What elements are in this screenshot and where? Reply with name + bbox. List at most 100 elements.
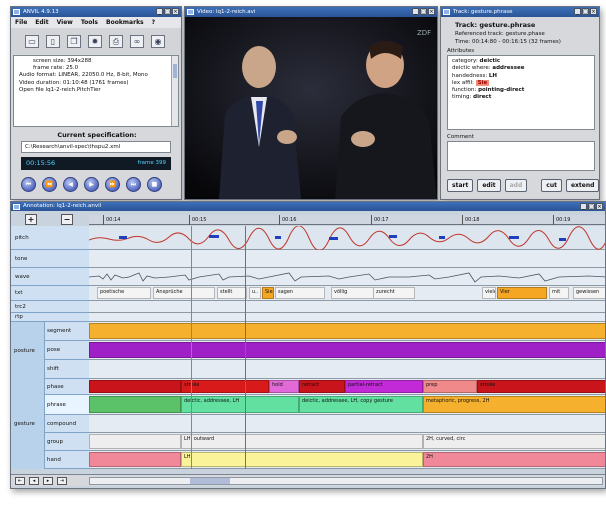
word-segment[interactable]: gewissen [573,287,605,299]
minimize-icon[interactable]: _ [156,8,163,15]
word-segment[interactable]: mit [549,287,569,299]
word-segment[interactable]: zurecht [373,287,415,299]
selection-marker[interactable] [191,226,192,469]
binoculars-icon[interactable]: ∞ [130,34,144,48]
lane-pose[interactable] [89,341,605,360]
phase-segment[interactable]: stroke [181,380,269,393]
spec-path-field[interactable]: C:\Research\anvil-spec\thspu2.xml [21,141,171,153]
menu-edit[interactable]: Edit [35,17,48,28]
close-icon[interactable]: × [596,203,603,210]
print-icon[interactable]: ⎙ [109,34,123,48]
close-icon[interactable]: × [172,8,179,15]
play-button[interactable]: ▶ [84,177,99,192]
phase-segment[interactable]: prep [423,380,477,393]
word-segment[interactable]: Vier [497,287,547,299]
scroll-thumb[interactable] [190,478,230,484]
step-back-button[interactable]: ◀ [63,177,78,192]
lane-compound[interactable] [89,415,605,433]
time-ruler[interactable]: 00:14 00:15 00:16 00:17 00:18 00:19 [89,215,605,225]
nav-prev-icon[interactable]: ◂ [29,477,39,485]
group-segment[interactable] [89,434,181,449]
lane-tone[interactable] [89,250,605,268]
copy-icon[interactable]: ❐ [67,34,81,48]
word-segment[interactable]: Ansprüche [153,287,215,299]
info-scrollbar[interactable] [171,56,178,126]
lane-phrase[interactable]: deictic, addressee, LH deictic, addresse… [89,395,605,415]
word-segment[interactable]: viele [482,287,496,299]
main-window-titlebar[interactable]: ANVIL 4.9.13 _ □ × [11,7,181,17]
minimize-icon[interactable]: _ [574,8,581,15]
hand-segment[interactable] [89,452,181,467]
tier-label-trc2[interactable]: trc2 [11,301,89,313]
attribute-row[interactable]: lex affil: Sie [452,79,590,87]
hand-segment[interactable]: LH [181,452,423,467]
attribute-row[interactable]: deictic where: addressee [452,65,590,72]
tier-label-txt[interactable]: txt [11,286,89,301]
playhead[interactable] [245,226,246,469]
doc-icon[interactable]: ▯ [46,34,60,48]
word-segment[interactable]: Sie [262,287,274,299]
stop-button[interactable]: ■ [147,177,162,192]
phase-segment[interactable]: partial-retract [345,380,423,393]
lane-rtp[interactable] [89,313,605,322]
nav-last-icon[interactable]: ⇥ [57,477,67,485]
close-icon[interactable]: × [590,8,597,15]
horizontal-scrollbar[interactable] [89,477,603,485]
phase-segment[interactable] [89,380,181,393]
word-segment[interactable]: poetische [97,287,151,299]
menu-bookmarks[interactable]: Bookmarks [106,17,144,28]
maximize-icon[interactable]: □ [588,203,595,210]
rewind-button[interactable]: ⏪ [42,177,57,192]
phrase-segment[interactable]: deictic, addressee, LH [181,396,299,413]
comment-field[interactable] [447,141,595,171]
word-segment[interactable]: sagen [275,287,325,299]
start-button[interactable]: start [447,179,474,192]
phrase-segment[interactable] [89,396,181,413]
annotation-window-titlebar[interactable]: Annotation: lq1-2-reich.anvil _ □ × [11,202,605,211]
skip-start-button[interactable]: ⏮ [21,177,36,192]
lane-wave[interactable] [88,268,605,286]
skip-end-button[interactable]: ⏭ [126,177,141,192]
video-frame[interactable]: ZDF [185,17,437,199]
minimize-icon[interactable]: _ [580,203,587,210]
lane-trc2[interactable] [89,301,605,313]
lane-shift[interactable] [89,360,605,379]
word-segment[interactable]: u.. [249,287,261,299]
lane-hand[interactable]: LH 2H [89,451,605,469]
lane-phase[interactable]: stroke hold retract partial-retract prep… [89,379,605,395]
segment-bar[interactable] [89,323,605,339]
lane-segment[interactable] [89,322,605,341]
pose-bar[interactable] [89,342,605,358]
gear-icon[interactable]: ✹ [88,34,102,48]
cut-button[interactable]: cut [541,179,562,192]
hand-segment[interactable]: 2H [423,452,605,467]
group-segment[interactable]: 2H, curved, circ [423,434,605,449]
lane-txt[interactable]: poetische Ansprüche stellt u.. Sie sagen… [89,286,605,301]
add-button[interactable]: add [504,179,528,192]
edit-button[interactable]: edit [477,179,501,192]
group-label-gesture[interactable]: gesture [11,379,45,469]
nav-next-icon[interactable]: ▸ [43,477,53,485]
word-segment[interactable]: völlig [331,287,379,299]
phase-segment[interactable]: hold [269,380,299,393]
tier-label-pitch[interactable]: pitch [11,226,89,250]
menu-tools[interactable]: Tools [81,17,98,28]
folder-icon[interactable]: ▭ [25,34,39,48]
group-segment[interactable]: LH, outward [181,434,423,449]
menu-view[interactable]: View [57,17,73,28]
attribute-row[interactable]: handedness: LH [452,73,590,80]
phase-segment[interactable]: stroke [477,380,605,393]
tier-label-rtp[interactable]: rtp [11,313,89,322]
video-window-titlebar[interactable]: Video: lq1-2-reich.avi _ □ × [185,7,437,17]
track-window-titlebar[interactable]: Track: gesture.phrase _ □ × [441,7,599,17]
fast-forward-button[interactable]: ⏩ [105,177,120,192]
zoom-in-button[interactable]: + [25,214,37,225]
maximize-icon[interactable]: □ [164,8,171,15]
extend-button[interactable]: extend [565,179,599,192]
lane-group[interactable]: LH, outward 2H, curved, circ [89,433,605,451]
tier-label-tone[interactable]: tone [11,250,89,268]
nav-first-icon[interactable]: ⇤ [15,477,25,485]
phase-segment[interactable]: retract [299,380,345,393]
zoom-out-button[interactable]: − [61,214,73,225]
tier-label-wave[interactable]: wave [11,268,89,286]
